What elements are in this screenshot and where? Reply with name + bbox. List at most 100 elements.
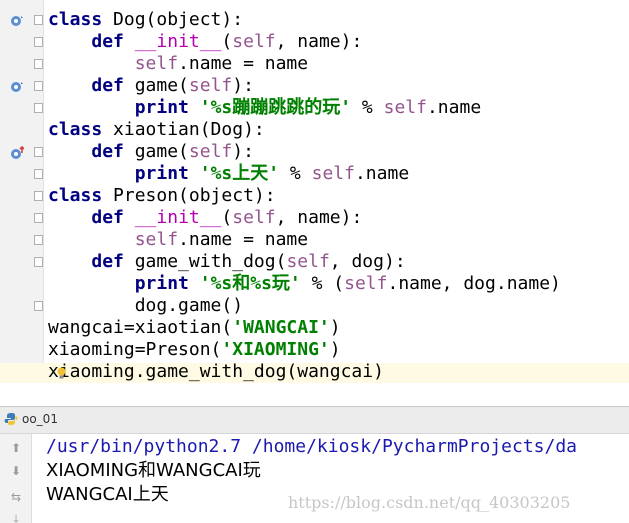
code-token: , name): — [275, 31, 363, 52]
watermark-text: https://blog.csdn.net/qq_40303205 — [288, 493, 571, 512]
fold-marker[interactable] — [34, 235, 43, 245]
code-token: self — [188, 75, 233, 96]
fold-marker[interactable] — [34, 15, 43, 25]
code-token: .name — [426, 97, 482, 118]
code-token: , name): — [275, 207, 363, 228]
code-line[interactable]: def game(self): — [48, 75, 561, 97]
code-token: self — [344, 273, 388, 294]
code-token: self — [232, 31, 276, 52]
code-line[interactable]: class Preson(object): — [48, 185, 561, 207]
code-token: print — [134, 273, 189, 294]
code-token: self — [134, 53, 179, 74]
code-token: wangcai=xiaotian( — [48, 317, 233, 338]
console-toolbar: ⬆ ⬇ ⇆ ⤓ — [0, 434, 32, 523]
fold-marker[interactable] — [34, 213, 43, 223]
code-token: class — [48, 185, 103, 206]
code-token: def — [91, 251, 124, 272]
code-line[interactable]: xiaoming.game_with_dog(wangcai) — [48, 361, 561, 383]
code-line[interactable]: self.name = name — [48, 229, 561, 251]
fold-marker[interactable] — [34, 169, 43, 179]
code-line[interactable]: dog.game() — [48, 295, 561, 317]
python-icon — [4, 413, 18, 425]
code-token: ( — [221, 31, 233, 52]
code-line[interactable]: print '%s上天' % self.name — [48, 163, 561, 185]
code-token: self — [134, 229, 179, 250]
fold-marker[interactable] — [34, 257, 43, 267]
fold-marker[interactable] — [34, 103, 43, 113]
code-line[interactable]: wangcai=xiaotian('WANGCAI') — [48, 317, 561, 339]
lightbulb-icon[interactable] — [57, 367, 66, 380]
scroll-up-icon[interactable]: ⬆ — [9, 441, 23, 455]
code-token: .name = name — [178, 53, 309, 74]
code-lines[interactable]: class Dog(object): def __init__(self, na… — [48, 9, 561, 383]
code-token: print — [134, 163, 189, 184]
code-token: game_with_dog( — [123, 251, 287, 272]
override-method-icon[interactable] — [10, 80, 24, 94]
editor-gutter — [0, 0, 44, 383]
code-token: 'WANGCAI' — [232, 317, 330, 338]
code-line[interactable]: class Dog(object): — [48, 9, 561, 31]
code-token: xiaoming=Preson( — [48, 339, 222, 360]
code-token: __init__ — [134, 207, 222, 228]
fold-marker[interactable] — [34, 191, 43, 201]
code-token: self — [383, 97, 427, 118]
code-token: '%s上天' — [199, 163, 280, 184]
scroll-down-icon[interactable]: ⬇ — [9, 464, 23, 478]
code-token: def — [91, 75, 124, 96]
scroll-to-end-icon[interactable]: ⤓ — [9, 512, 23, 523]
code-token: '%s和%s玩' — [199, 273, 301, 294]
code-token: '%s蹦蹦跳跳的玩' — [199, 97, 352, 118]
code-token: Preson(object): — [102, 185, 276, 206]
fold-marker[interactable] — [34, 147, 43, 157]
overriding-method-icon[interactable] — [10, 146, 24, 160]
code-line[interactable]: class xiaotian(Dog): — [48, 119, 561, 141]
fold-marker[interactable] — [34, 301, 43, 311]
code-line[interactable]: self.name = name — [48, 53, 561, 75]
code-token: , dog): — [329, 251, 406, 272]
code-token: .name = name — [178, 229, 309, 250]
code-line[interactable]: def __init__(self, name): — [48, 207, 561, 229]
code-token: % ( — [300, 273, 345, 294]
code-token: __init__ — [134, 31, 222, 52]
code-token: ): — [232, 141, 254, 162]
console-output-line: XIAOMING和WANGCAI玩 — [46, 460, 261, 481]
code-token: .name — [354, 163, 410, 184]
soft-wrap-icon[interactable]: ⇆ — [9, 490, 23, 504]
run-config-name[interactable]: oo_01 — [22, 412, 58, 426]
code-token: class — [48, 9, 103, 30]
fold-marker[interactable] — [34, 81, 43, 91]
code-line[interactable]: def game(self): — [48, 141, 561, 163]
code-token: def — [91, 31, 124, 52]
fold-marker[interactable] — [34, 37, 43, 47]
code-token: class — [48, 119, 103, 140]
console-command-line[interactable]: /usr/bin/python2.7 /home/kiosk/PycharmPr… — [46, 435, 577, 459]
code-line[interactable]: xiaoming=Preson('XIAOMING') — [48, 339, 561, 361]
code-editor[interactable]: class Dog(object): def __init__(self, na… — [0, 0, 629, 383]
code-token: self — [311, 163, 355, 184]
code-token: .name, dog.name) — [387, 273, 561, 294]
code-token: self — [232, 207, 276, 228]
fold-marker[interactable] — [34, 59, 43, 69]
run-tool-window-header[interactable]: oo_01 — [0, 406, 629, 434]
code-line[interactable]: print '%s和%s玩' % (self.name, dog.name) — [48, 273, 561, 295]
code-line[interactable]: def __init__(self, name): — [48, 31, 561, 53]
code-token: game( — [123, 75, 189, 96]
code-line[interactable]: def game_with_dog(self, dog): — [48, 251, 561, 273]
code-token: ) — [329, 317, 341, 338]
code-token: def — [91, 141, 124, 162]
override-method-icon[interactable] — [10, 14, 24, 28]
code-token: % — [351, 97, 384, 118]
code-line[interactable]: print '%s蹦蹦跳跳的玩' % self.name — [48, 97, 561, 119]
code-token: def — [91, 207, 124, 228]
code-token: Dog(object): — [102, 9, 244, 30]
